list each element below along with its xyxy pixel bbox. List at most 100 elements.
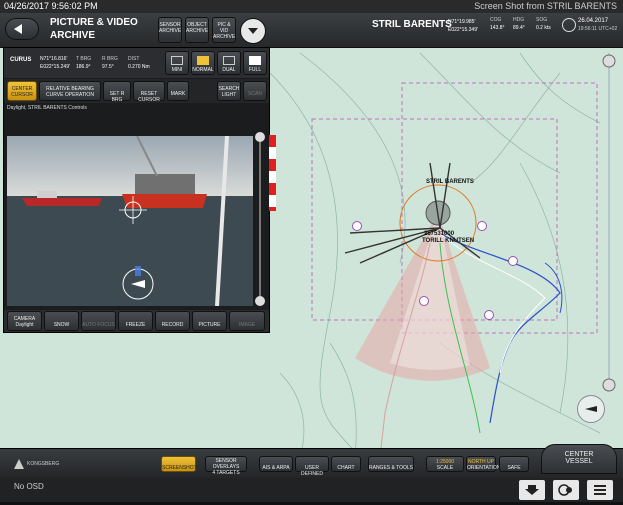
search-light-button[interactable]: SEARCH LIGHT — [217, 81, 241, 101]
sensor-archive-button[interactable]: SENSOR ARCHIVE — [158, 17, 182, 43]
freeze-button[interactable]: FREEZE — [118, 311, 153, 331]
relative-bearing-label2: CURVE OPERATION — [46, 92, 94, 98]
scale-button[interactable]: 1:25000 SCALE — [426, 456, 464, 472]
clock-icon — [562, 18, 576, 32]
camera-video-feed[interactable] — [7, 136, 253, 306]
picture-label: PICTURE — [198, 322, 221, 328]
center-vessel-label2: VESSEL — [565, 458, 593, 465]
status-bar: No OSD — [0, 478, 623, 502]
user-defined-button[interactable]: USER DEFINED — [295, 456, 329, 477]
cursor-label: CURUS — [10, 57, 32, 63]
cursor-lon: E022°15.249' — [40, 64, 70, 70]
cog-label: COG — [490, 17, 502, 23]
target-name-label: TORILL KNUTSEN — [422, 238, 475, 244]
screen-share-icon[interactable] — [553, 480, 579, 500]
ranges-tools-label: RANGES & TOOLS — [369, 465, 413, 471]
pic-vid-archive-button[interactable]: PIC & VID ARCHIVE — [212, 17, 236, 43]
mark-label: MARK — [170, 91, 186, 97]
center-cursor-button[interactable]: CENTER CURSOR — [7, 81, 37, 101]
safe-button[interactable]: SAFE — [499, 456, 529, 472]
window-title-bar: 04/26/2017 9:56:02 PM Screen Shot from S… — [0, 0, 623, 13]
ranges-tools-button[interactable]: RANGES & TOOLS — [368, 456, 414, 472]
record-button[interactable]: RECORD — [155, 311, 190, 331]
sensor-overlays-button[interactable]: SENSOR OVERLAYS 4 TARGETS — [205, 456, 247, 476]
camera-control-row: CENTER CURSOR RELATIVE BEARING CURVE OPE… — [4, 79, 269, 103]
zoom-in-icon[interactable] — [255, 132, 265, 142]
mark-button[interactable]: MARK — [167, 81, 189, 101]
view-normal-button[interactable]: NORMAL — [191, 51, 215, 75]
scan-label: SCAN — [248, 91, 262, 97]
camera-direction-indicator — [269, 135, 276, 211]
set-r-brg-label: SET R BRG — [109, 91, 125, 103]
vessel-map-label: STRIL BARENTS — [426, 179, 474, 185]
download-icon[interactable] — [519, 480, 545, 500]
panel-title: Daylight, STRIL BARENTS Controls — [7, 105, 87, 111]
ais-arpa-button[interactable]: AIS & ARPA — [259, 456, 293, 472]
view-full-label: FULL — [248, 67, 262, 73]
zoom-out-icon[interactable] — [255, 296, 265, 306]
window-datetime: 04/26/2017 9:56:02 PM — [4, 1, 98, 11]
search-light-label2: LIGHT — [221, 92, 237, 98]
t-brg-label: T BRG — [76, 56, 92, 62]
center-vessel-button[interactable]: CENTER VESSEL — [541, 444, 617, 474]
pic-vid-archive-label2: ARCHIVE — [213, 34, 236, 40]
picture-button[interactable]: PICTURE — [192, 311, 227, 331]
bottom-bar: KONGSBERG SCREENSHOT SENSOR OVERLAYS 4 T… — [0, 444, 623, 479]
dist-label: DIST — [128, 56, 140, 62]
dist-value: 0.270 Nm — [128, 64, 150, 70]
snow-button[interactable]: SNOW — [44, 311, 79, 331]
back-button[interactable] — [5, 18, 39, 40]
reset-cursor-button[interactable]: RESET CURSOR — [133, 81, 165, 103]
camera-toolbar: CAMERA Daylight SNOW AUTO FOCUS FREEZE R… — [4, 310, 269, 332]
orientation-button[interactable]: NORTH UP ORIENTATION — [466, 456, 501, 472]
screenshot-label: SCREENSHOT — [162, 465, 197, 471]
scan-button[interactable]: SCAN — [243, 81, 267, 101]
object-archive-button[interactable]: OBJECT ARCHIVE — [185, 17, 209, 43]
orientation-label: ORIENTATION — [467, 465, 501, 471]
target-id-label: 257531000 — [424, 231, 455, 237]
camera-select-button[interactable]: CAMERA Daylight — [7, 311, 42, 331]
cog-value: 143.8° — [490, 25, 505, 31]
vessel-time: 19:56:11 UTC+02 — [578, 26, 618, 32]
auto-focus-button[interactable]: AUTO FOCUS — [81, 311, 116, 331]
cursor-lat: N71°16.816' — [40, 56, 68, 62]
record-label: RECORD — [161, 322, 184, 328]
image-button[interactable]: IMAGE — [229, 311, 265, 331]
archive-title-line1: PICTURE & VIDEO — [50, 17, 138, 28]
hdg-label: HDG — [513, 17, 525, 23]
chart-button[interactable]: CHART — [331, 456, 361, 472]
chevron-down-icon[interactable] — [240, 18, 266, 44]
set-r-brg-button[interactable]: SET R BRG — [103, 81, 131, 103]
vessel-name: STRIL BARENTS — [372, 19, 452, 30]
camera-panel: CURUS N71°16.816' E022°15.249' T BRG 186… — [3, 47, 270, 333]
view-mini-label: MINI — [171, 67, 183, 73]
center-vessel-label1: CENTER — [564, 451, 594, 458]
object-archive-label2: ARCHIVE — [186, 28, 209, 34]
screenshot-button[interactable]: SCREENSHOT — [161, 456, 197, 472]
compass-icon[interactable] — [577, 395, 605, 423]
sensor-overlays-label3: 4 TARGETS — [212, 470, 240, 476]
user-defined-label: USER DEFINED — [301, 465, 323, 477]
center-cursor-label2: CURSOR — [11, 92, 33, 98]
sensor-archive-label2: ARCHIVE — [159, 28, 182, 34]
cursor-info-row: CURUS N71°16.816' E022°15.249' T BRG 186… — [4, 48, 269, 78]
snow-label: SNOW — [53, 322, 70, 328]
sog-label: SOG — [536, 17, 548, 23]
kongsberg-logo-icon — [14, 459, 24, 469]
camera-select-sub: Daylight — [15, 322, 34, 328]
chart-label: CHART — [337, 465, 355, 471]
freeze-label: FREEZE — [125, 322, 146, 328]
relative-bearing-button[interactable]: RELATIVE BEARING CURVE OPERATION — [39, 81, 101, 101]
kongsberg-logo-text: KONGSBERG — [27, 461, 60, 467]
r-brg-value: 97.5° — [102, 64, 114, 70]
view-full-button[interactable]: FULL — [243, 51, 267, 75]
t-brg-value: 186.9° — [76, 64, 91, 70]
menu-icon[interactable] — [587, 480, 613, 500]
zoom-slider[interactable] — [254, 132, 266, 306]
archive-title-line2: ARCHIVE — [50, 30, 96, 41]
view-dual-button[interactable]: DUAL — [217, 51, 241, 75]
view-dual-label: DUAL — [222, 67, 236, 73]
vessel-lat: N71°19.985' — [448, 19, 476, 25]
pic-vid-archive-label1: PIC & VID — [217, 22, 231, 34]
view-mini-button[interactable]: MINI — [165, 51, 189, 75]
